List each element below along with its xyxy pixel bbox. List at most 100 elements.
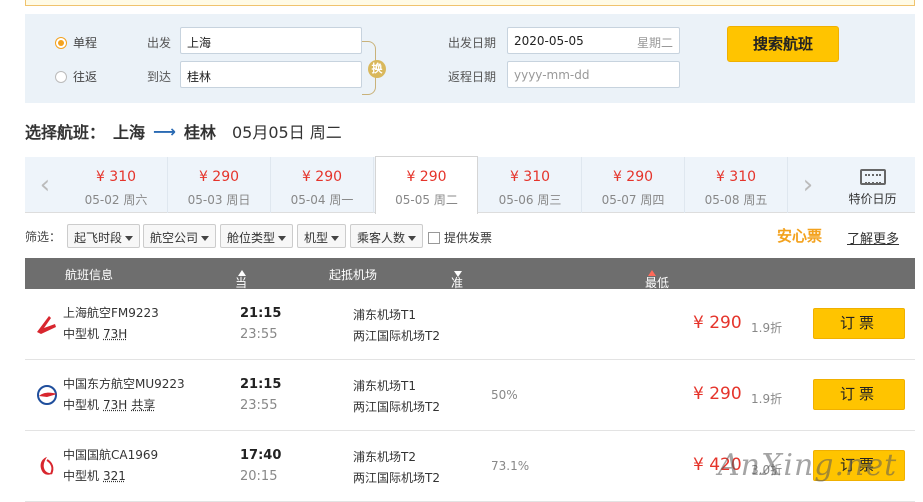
filter-aircraft[interactable]: 机型 [297,224,346,248]
radio-checked-icon [55,37,67,49]
aircraft-type[interactable]: 73H [103,398,127,412]
ontime-rate: 73.1% [491,459,529,473]
search-panel: 单程 往返 出发 上海 到达 桂林 换 出发日期 2020-05-05 星期二 … [25,14,915,103]
depart-date-label: 出发日期 [448,34,496,51]
trip-oneway-label: 单程 [73,34,97,51]
route-date: 05月05日 周二 [232,119,342,143]
caret-down-icon [125,236,133,241]
search-flights-button[interactable]: 搜索航班 [727,26,839,62]
codeshare-tag[interactable]: 共享 [131,398,155,412]
route-arrow-icon: ⟶ [153,122,176,141]
departure-time: 21:15 [240,306,281,321]
filter-text: 起飞时段 [74,231,122,245]
aircraft-info: 中型机 321 [63,467,126,484]
depart-date-input[interactable]: 2020-05-05 星期二 [507,27,680,54]
caret-down-icon [201,236,209,241]
flight-row: 上海航空FM9223 中型机 73H 21:15 23:55 浦东机场T1 两江国… [25,289,915,360]
anxin-badge: 安心票 [777,225,822,246]
filter-bar: 筛选： 起飞时段 航空公司 舱位类型 机型 乘客人数 提供发票 安心票 了解更多 [25,224,915,248]
radio-unchecked-icon [55,71,67,83]
top-notice-strip [25,0,915,6]
invoice-checkbox[interactable]: 提供发票 [428,229,492,246]
filter-text: 舱位类型 [227,231,275,245]
book-button[interactable]: 订票 [813,379,905,410]
return-date-input[interactable]: yyyy-mm-dd [507,61,680,88]
trip-return-label: 往返 [73,68,97,85]
date-tab-date: 05-03 周日 [168,191,270,208]
from-label: 出发 [147,34,171,51]
date-tab[interactable]: ¥ 310 05-08 周五 [685,157,788,213]
calendar-label: 特价日历 [830,190,915,207]
date-tab-date: 05-08 周五 [685,191,787,208]
shanghai-airlines-logo-icon [35,312,59,336]
aircraft-info: 中型机 73H [63,325,127,342]
aircraft-type[interactable]: 73H [103,327,127,341]
to-value: 桂林 [187,70,211,84]
departure-time: 17:40 [240,448,281,463]
col-ontime[interactable]: 准点率 [451,266,462,280]
date-tab-price: ¥ 310 [479,169,581,185]
date-price-bar: ‹ ¥ 310 05-02 周六 ¥ 290 05-03 周日 ¥ 290 05… [25,157,915,213]
depart-date-value: 2020-05-05 [514,34,584,48]
date-tab-date: 05-04 周一 [271,191,373,208]
date-tab-price: ¥ 310 [65,169,167,185]
next-dates-arrow-icon[interactable]: › [788,157,828,213]
date-tab[interactable]: ¥ 310 05-06 周三 [479,157,582,213]
col-flight-info: 航班信息 [65,266,113,283]
filter-text: 乘客人数 [357,231,405,245]
route-from: 上海 [113,119,145,143]
date-tab[interactable]: ¥ 290 05-04 周一 [271,157,374,213]
departure-time: 21:15 [240,377,281,392]
departure-airport: 浦东机场T2 [353,448,416,465]
date-tab-price: ¥ 290 [582,169,684,185]
filter-cabin[interactable]: 舱位类型 [220,224,293,248]
route-to: 桂林 [184,119,216,143]
filter-airline[interactable]: 航空公司 [143,224,216,248]
col-times[interactable]: 当地起降时间 [235,266,246,280]
watermark: AnXing.net [718,448,897,483]
departure-airport: 浦东机场T1 [353,306,416,323]
caret-down-icon [331,236,339,241]
learn-more-link[interactable]: 了解更多 [847,228,899,247]
col-price[interactable]: 最低价格（不含税费） [645,266,656,280]
date-tab-price: ¥ 290 [376,169,477,185]
route-heading: 选择航班： 上海 ⟶ 桂林 05月05日 周二 [25,119,342,143]
from-value: 上海 [187,36,211,50]
filter-departure-time[interactable]: 起飞时段 [67,224,140,248]
date-tab[interactable]: ¥ 310 05-02 周六 [65,157,168,213]
to-label: 到达 [147,68,171,85]
airline-name: 上海航空FM9223 [63,304,159,321]
date-tab-price: ¥ 310 [685,169,787,185]
book-button[interactable]: 订票 [813,308,905,339]
flight-price: ¥ 290 [693,384,742,404]
from-input[interactable]: 上海 [180,27,362,54]
calendar-icon [860,169,886,185]
date-tab[interactable]: ¥ 290 05-07 周四 [582,157,685,213]
swap-button[interactable]: 换 [368,60,386,78]
trip-oneway-radio[interactable]: 单程 [55,34,97,51]
to-input[interactable]: 桂林 [180,61,362,88]
filter-passengers[interactable]: 乘客人数 [350,224,423,248]
filter-text: 航空公司 [150,231,198,245]
invoice-label: 提供发票 [444,229,492,246]
aircraft-size: 中型机 [63,327,99,341]
arrival-time: 23:55 [240,327,277,342]
date-tab-price: ¥ 290 [168,169,270,185]
date-tab-active[interactable]: ¥ 290 05-05 周二 [375,156,478,214]
airline-name: 中国东方航空MU9223 [63,375,185,392]
arrival-airport: 两江国际机场T2 [353,327,440,344]
checkbox-icon [428,232,440,244]
col-airports: 起抵机场 [329,266,377,283]
date-tab[interactable]: ¥ 290 05-03 周日 [168,157,271,213]
trip-return-radio[interactable]: 往返 [55,68,97,85]
caret-down-icon [278,236,286,241]
china-eastern-logo-icon [35,383,59,407]
flight-row: 中国东方航空MU9223 中型机 73H 共享 21:15 23:55 浦东机场T1… [25,360,915,431]
aircraft-size: 中型机 [63,469,99,483]
special-price-calendar[interactable]: 特价日历 [830,157,915,213]
filter-text: 机型 [304,231,328,245]
aircraft-type[interactable]: 321 [103,469,126,483]
arrival-time: 23:55 [240,398,277,413]
flight-discount: 1.9折 [751,390,782,407]
prev-dates-arrow-icon[interactable]: ‹ [25,157,65,213]
